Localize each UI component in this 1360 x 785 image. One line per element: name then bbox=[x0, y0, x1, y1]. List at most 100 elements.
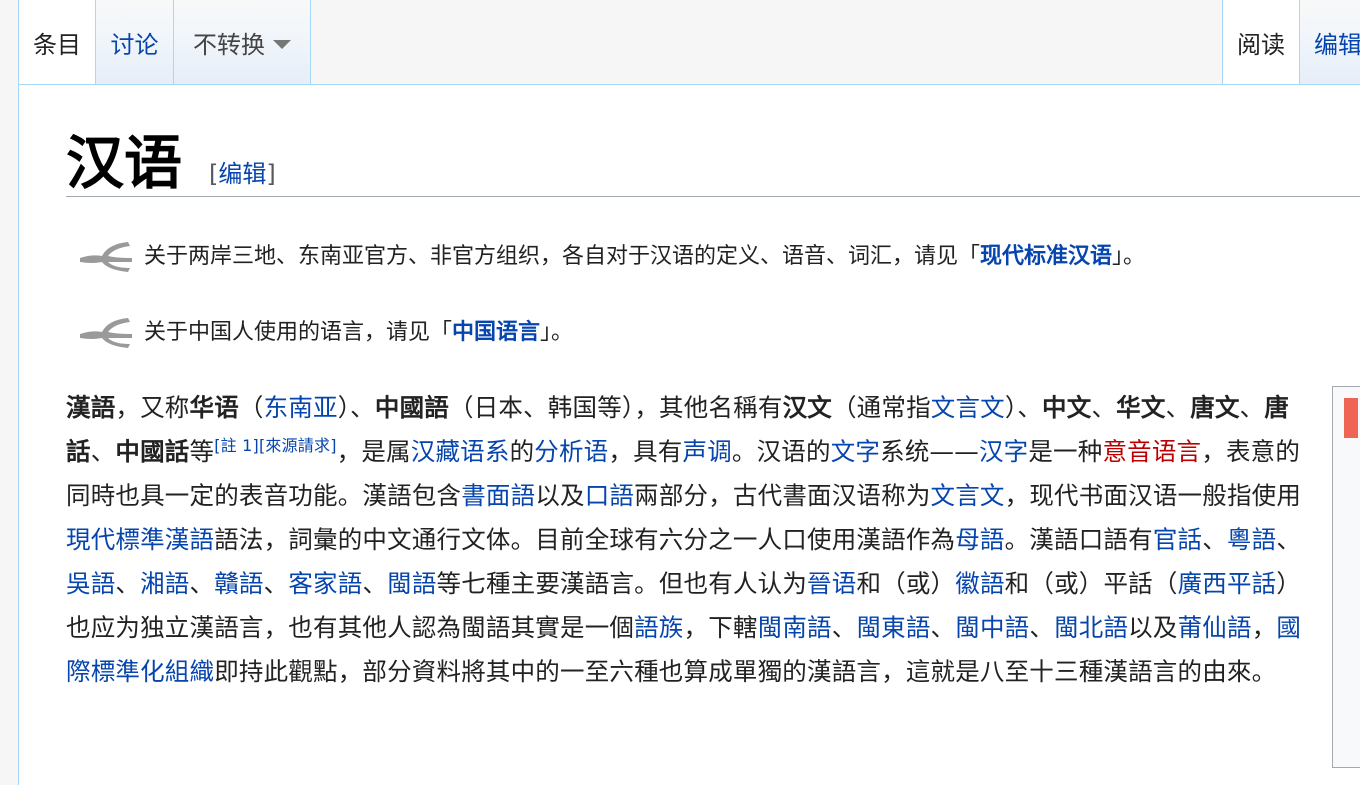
bold-term: 中國話 bbox=[115, 437, 190, 466]
paragraph-text: ， bbox=[1251, 613, 1277, 642]
wiki-link[interactable]: 粵語 bbox=[1227, 525, 1276, 554]
wiki-link[interactable]: 贛語 bbox=[214, 569, 263, 598]
paragraph-text: 、 bbox=[1029, 613, 1055, 642]
wiki-link[interactable]: 閩南語 bbox=[758, 613, 832, 642]
red-link[interactable]: 意音语言 bbox=[1102, 437, 1201, 466]
wiki-link[interactable]: 閩北語 bbox=[1054, 613, 1128, 642]
paragraph-text: 、 bbox=[1165, 393, 1191, 422]
paragraph-text: 以及 bbox=[535, 481, 585, 510]
heading-row: 汉语 [编辑] bbox=[66, 126, 1360, 197]
wiki-link[interactable]: 文言文 bbox=[931, 481, 1005, 510]
bold-term: 华文 bbox=[1116, 393, 1166, 422]
paragraph-text: 等七種主要漢語言。但也有人认为 bbox=[436, 569, 808, 598]
wiki-link[interactable]: 文字 bbox=[831, 437, 880, 466]
paragraph-text: （日本、韩国等），其他名稱有 bbox=[449, 393, 783, 422]
wiki-link[interactable]: 閩東語 bbox=[856, 613, 930, 642]
wiki-link[interactable]: 母語 bbox=[955, 525, 1004, 554]
bold-term: 中文 bbox=[1042, 393, 1092, 422]
paragraph-text: 、 bbox=[1239, 393, 1265, 422]
chevron-down-icon bbox=[273, 39, 291, 49]
infobox bbox=[1332, 386, 1360, 768]
paragraph-text: ，下轄 bbox=[683, 613, 758, 642]
hatnote-2-suffix: 」。 bbox=[540, 320, 574, 345]
namespace-tabs: 条目 讨论 不转换 bbox=[18, 0, 311, 84]
paragraph-text: ，具有 bbox=[608, 437, 683, 466]
edit-bracket-open: [ bbox=[209, 160, 219, 188]
paragraph-text: 、 bbox=[831, 613, 857, 642]
paragraph-text: ，现代书面汉语一般指使用 bbox=[1004, 481, 1302, 510]
paragraph-text: 、 bbox=[189, 569, 215, 598]
wiki-link[interactable]: 閩語 bbox=[387, 569, 436, 598]
wiki-link[interactable]: 客家語 bbox=[288, 569, 362, 598]
paragraph-text: ，是属 bbox=[336, 437, 411, 466]
paragraph-text: 、 bbox=[1276, 525, 1302, 554]
edit-link[interactable]: 编辑 bbox=[218, 160, 266, 188]
wiki-link[interactable]: 徽語 bbox=[955, 569, 1004, 598]
tab-article-label: 条目 bbox=[33, 30, 81, 59]
paragraph-text: 、 bbox=[90, 437, 116, 466]
paragraph-text: ）、 bbox=[337, 393, 375, 422]
paragraph-text: 、 bbox=[362, 569, 388, 598]
paragraph-text: 、 bbox=[263, 569, 289, 598]
wiki-link[interactable]: 莆仙語 bbox=[1178, 613, 1252, 642]
wiki-link[interactable]: 口語 bbox=[585, 481, 634, 510]
paragraph-text: 。汉语的 bbox=[731, 437, 831, 466]
edit-section: [编辑] bbox=[209, 154, 276, 189]
paragraph-text: ，又称 bbox=[115, 393, 190, 422]
hatnote-1-suffix: 」。 bbox=[1112, 244, 1146, 269]
tab-article[interactable]: 条目 bbox=[18, 0, 96, 84]
disambig-arrow-icon bbox=[80, 318, 132, 348]
paragraph-text: 等 bbox=[189, 437, 215, 466]
paragraph-text: 是一种 bbox=[1028, 437, 1103, 466]
paragraph-text: 兩部分，古代書面汉语称为 bbox=[634, 481, 931, 510]
hatnote-2-prefix: 关于中国人使用的语言，请见「 bbox=[144, 320, 453, 345]
hatnote-1: 关于两岸三地、东南亚官方、非官方组织，各自对于汉语的定义、语音、词汇，请见「 现代… bbox=[78, 236, 1145, 272]
paragraph-text: 語法，詞彙的中文通行文体。目前全球有六分之一人口使用漢語作為 bbox=[214, 525, 956, 554]
wiki-link[interactable]: 湘語 bbox=[140, 569, 189, 598]
bold-term: 华语 bbox=[189, 393, 239, 422]
hatnote-1-prefix: 关于两岸三地、东南亚官方、非官方组织，各自对于汉语的定义、语音、词汇，请见「 bbox=[144, 244, 981, 269]
variant-dropdown[interactable]: 不转换 bbox=[174, 0, 311, 84]
wiki-link[interactable]: 声调 bbox=[683, 437, 732, 466]
paragraph-text: 、 bbox=[930, 613, 956, 642]
hatnote-2-link[interactable]: 中国语言 bbox=[452, 314, 540, 346]
wiki-link[interactable]: 廣西平話 bbox=[1178, 569, 1277, 598]
variant-dropdown-label: 不转换 bbox=[193, 30, 265, 59]
paragraph-text: 系统—— bbox=[880, 437, 979, 466]
wiki-link[interactable]: 分析语 bbox=[534, 437, 608, 466]
edit-bracket-close: ] bbox=[266, 160, 276, 188]
view-tabs: 阅读 编辑 bbox=[1222, 0, 1360, 84]
tab-edit[interactable]: 编辑 bbox=[1300, 0, 1360, 84]
wiki-link[interactable]: 閩中語 bbox=[955, 613, 1029, 642]
tab-read-label: 阅读 bbox=[1237, 30, 1285, 59]
wiki-link[interactable]: 汉藏语系 bbox=[411, 437, 510, 466]
paragraph-text: 和（或） bbox=[856, 569, 956, 598]
paragraph-text: 即持此觀點，部分資料將其中的一至六種也算成單獨的漢語言，這就是八至十三種漢語言的… bbox=[214, 657, 1277, 686]
paragraph-text: （通常指 bbox=[831, 393, 931, 422]
paragraph-text: 、 bbox=[1091, 393, 1117, 422]
tab-talk-label: 讨论 bbox=[110, 30, 159, 59]
hatnote-2: 关于中国人使用的语言，请见「 中国语言」。 bbox=[78, 312, 573, 348]
lead-paragraph: 漢語，又称华语（东南亚）、中國語（日本、韩国等），其他名稱有汉文（通常指文言文）… bbox=[66, 386, 1306, 694]
wiki-link[interactable]: 吳語 bbox=[66, 569, 115, 598]
tab-read[interactable]: 阅读 bbox=[1222, 0, 1300, 84]
bold-term: 漢語 bbox=[66, 393, 116, 422]
bold-term: 唐文 bbox=[1190, 393, 1240, 422]
wiki-link[interactable]: 文言文 bbox=[931, 393, 1005, 422]
paragraph-text: （ bbox=[238, 393, 264, 422]
wiki-link[interactable]: 晉语 bbox=[807, 569, 856, 598]
tab-talk[interactable]: 讨论 bbox=[96, 0, 174, 84]
wiki-link[interactable]: 現代標準漢語 bbox=[66, 525, 214, 554]
paragraph-text: 以及 bbox=[1128, 613, 1178, 642]
wiki-link[interactable]: 語族 bbox=[634, 613, 683, 642]
wiki-link[interactable]: 官話 bbox=[1153, 525, 1202, 554]
reference-note[interactable]: [註 1][來源請求] bbox=[214, 436, 336, 455]
wiki-link[interactable]: 汉字 bbox=[979, 437, 1028, 466]
paragraph-text: 。漢語口語有 bbox=[1004, 525, 1153, 554]
paragraph-text: 和（或）平話（ bbox=[1004, 569, 1178, 598]
wiki-link[interactable]: 东南亚 bbox=[264, 393, 338, 422]
wiki-link[interactable]: 書面語 bbox=[461, 481, 535, 510]
hatnote-1-link[interactable]: 现代标准汉语 bbox=[980, 238, 1112, 270]
paragraph-text: 、 bbox=[1202, 525, 1227, 554]
paragraph-text: 、 bbox=[115, 569, 141, 598]
